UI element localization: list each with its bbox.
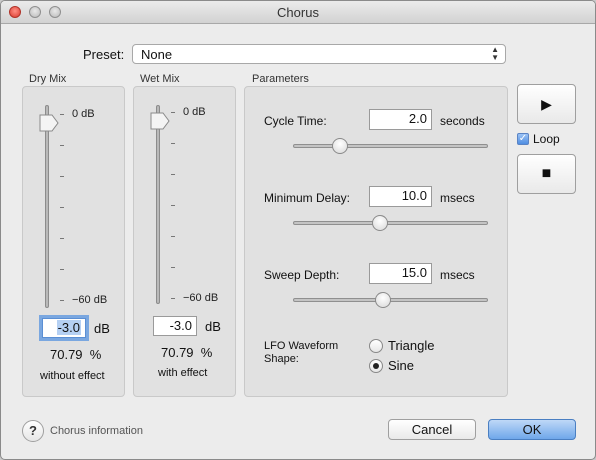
dry-mix-slider-track[interactable]	[45, 105, 49, 308]
chorus-information-link[interactable]: Chorus information	[50, 425, 143, 437]
wet-mix-percent: 70.79 %	[161, 345, 213, 360]
minimum-delay-field[interactable]: 10.0	[369, 186, 432, 207]
tick-mark	[60, 300, 64, 301]
cycle-time-slider-track[interactable]	[293, 144, 488, 148]
sweep-depth-field[interactable]: 15.0	[369, 263, 432, 284]
preset-label: Preset:	[83, 47, 125, 62]
tick-mark	[60, 238, 64, 239]
cycle-time-label: Cycle Time:	[264, 114, 327, 128]
tick-mark	[171, 236, 175, 237]
lfo-sine-label: Sine	[388, 358, 415, 373]
dry-mix-bottom-label: −60 dB	[72, 294, 108, 306]
tick-mark	[60, 114, 64, 115]
wet-mix-bottom-label: −60 dB	[183, 292, 219, 304]
play-button[interactable]: ▶	[517, 84, 576, 124]
dry-mix-group: 0 dB −60 dB -3.0 dB 70.79 % without effe…	[22, 86, 125, 397]
preset-select[interactable]: None ▲ ▼	[132, 44, 506, 64]
help-icon: ?	[29, 423, 37, 438]
play-icon: ▶	[541, 96, 552, 112]
wet-mix-slider-track[interactable]	[156, 105, 160, 304]
tick-mark	[60, 207, 64, 208]
minimum-delay-slider-thumb[interactable]	[371, 215, 388, 231]
wet-mix-caption: with effect	[158, 367, 208, 379]
tick-mark	[171, 298, 175, 299]
wet-mix-slider-thumb[interactable]	[150, 112, 170, 130]
loop-checkbox[interactable]: ✓	[517, 133, 529, 145]
sweep-depth-unit: msecs	[440, 268, 475, 282]
dry-mix-caption: without effect	[40, 370, 105, 382]
wet-mix-value-field[interactable]: -3.0	[153, 316, 197, 336]
sweep-depth-label: Sweep Depth:	[264, 268, 340, 282]
cancel-button[interactable]: Cancel	[388, 419, 476, 440]
chorus-dialog: Chorus Preset: None ▲ ▼ Dry Mix 0 dB −60 …	[0, 0, 596, 460]
lfo-waveform-label: LFO Waveform Shape:	[264, 340, 339, 365]
tick-mark	[171, 174, 175, 175]
stop-button[interactable]: ■	[517, 154, 576, 194]
loop-label: Loop	[533, 132, 560, 146]
tick-mark	[171, 143, 175, 144]
tick-mark	[60, 269, 64, 270]
dry-mix-unit: dB	[94, 321, 110, 336]
lfo-sine-radio[interactable]	[369, 359, 383, 373]
select-arrows-icon: ▲ ▼	[491, 45, 499, 62]
wet-mix-label: Wet Mix	[140, 73, 180, 85]
tick-mark	[171, 112, 175, 113]
minimum-delay-label: Minimum Delay:	[264, 191, 351, 205]
preset-value: None	[141, 47, 173, 62]
minimum-delay-unit: msecs	[440, 191, 475, 205]
ok-button[interactable]: OK	[488, 419, 576, 440]
dry-mix-label: Dry Mix	[29, 73, 67, 85]
wet-mix-unit: dB	[205, 319, 221, 334]
dry-mix-percent: 70.79 %	[50, 347, 102, 362]
sweep-depth-slider-thumb[interactable]	[375, 292, 392, 308]
tick-mark	[60, 145, 64, 146]
dry-mix-value-field[interactable]: -3.0	[42, 318, 86, 338]
dry-mix-top-label: 0 dB	[72, 108, 95, 120]
cycle-time-field[interactable]: 2.0	[369, 109, 432, 130]
tick-mark	[60, 176, 64, 177]
wet-mix-top-label: 0 dB	[183, 106, 206, 118]
cycle-time-slider-thumb[interactable]	[332, 138, 349, 154]
wet-mix-group: 0 dB −60 dB -3.0 dB 70.79 % with effect	[133, 86, 236, 397]
window-title: Chorus	[277, 5, 319, 20]
title-bar: Chorus	[1, 1, 595, 24]
parameters-label: Parameters	[252, 73, 309, 85]
minimum-delay-slider-track[interactable]	[293, 221, 488, 225]
tick-mark	[171, 267, 175, 268]
lfo-triangle-label: Triangle	[388, 338, 435, 353]
dry-mix-slider-thumb[interactable]	[39, 114, 59, 132]
cycle-time-unit: seconds	[440, 114, 485, 128]
stop-icon: ■	[541, 165, 552, 182]
parameters-group: Cycle Time: 2.0 seconds Minimum Delay: 1…	[244, 86, 508, 397]
tick-mark	[171, 205, 175, 206]
dry-mix-value: -3.0	[56, 320, 81, 335]
help-button[interactable]: ?	[22, 420, 44, 442]
lfo-triangle-radio[interactable]	[369, 339, 383, 353]
